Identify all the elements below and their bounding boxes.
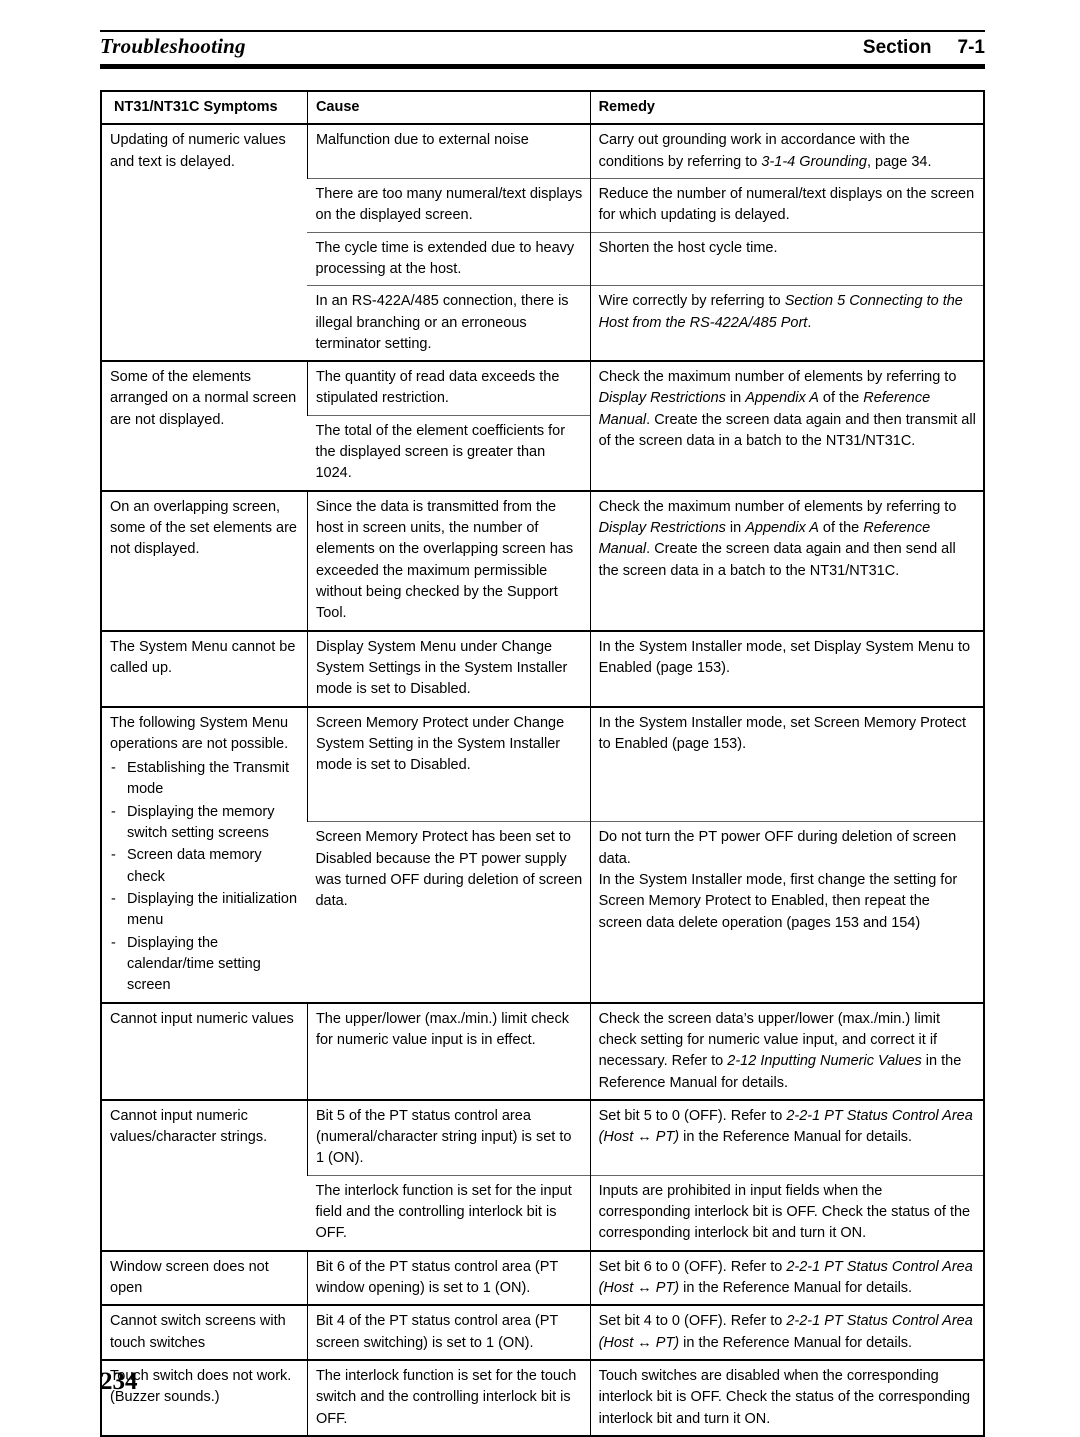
cell-cause: Display System Menu under Change System …: [306, 629, 591, 707]
table-row: Touch switch does not work. (Buzzer soun…: [101, 1358, 984, 1436]
table-row: Cannot input numeric values/character st…: [101, 1098, 984, 1251]
symptom-text: Some of the elements arranged on a norma…: [110, 369, 297, 428]
symptom-bullet-list: - Establishing the Transmit mode - Displayi…: [110, 758, 300, 996]
symptom-bullet-item: - Displaying the calendar/time setting sc…: [111, 934, 261, 994]
cell-cause: The interlock function is set for the in…: [307, 1174, 591, 1251]
table-row: The following System Menu operations are…: [101, 705, 984, 1003]
column-header-symptoms: NT31/NT31C Symptoms: [101, 91, 308, 126]
bullet-dash-icon: -: [111, 803, 116, 820]
symptom-text: The following System Menu operations are…: [110, 714, 289, 752]
cell-cause: Bit 6 of the PT status control area (PT …: [306, 1249, 591, 1306]
cell-cause: Bit 5 of the PT status control area (num…: [306, 1098, 591, 1176]
table-row: Cannot switch screens with touch switche…: [101, 1304, 984, 1360]
cell-remedy: Shorten the host cycle time.: [589, 231, 984, 286]
symptom-text: Touch switch does not work. (Buzzer soun…: [110, 1367, 292, 1406]
section-label: Section: [862, 37, 932, 58]
cell-cause: Since the data is transmitted from the h…: [306, 489, 591, 631]
cell-cause: Screen Memory Protect under Change Syste…: [306, 705, 591, 822]
cell-remedy: Set bit 4 to 0 (OFF). Refer to 2-2-1 PT …: [589, 1304, 984, 1360]
cell-symptom: Cannot input numeric values: [101, 1001, 308, 1100]
cell-remedy: Set bit 5 to 0 (OFF). Refer to 2-2-1 PT …: [589, 1098, 984, 1176]
cell-cause: The quantity of read data exceeds the st…: [306, 360, 591, 416]
symptom-bullet-item: - Establishing the Transmit mode: [111, 760, 289, 798]
symptom-text: Window screen does not open: [110, 1258, 269, 1296]
column-header-cause: Cause: [306, 91, 591, 126]
bullet-dash-icon: -: [111, 760, 116, 777]
cell-remedy: Carry out grounding work in accordance w…: [589, 123, 984, 179]
table-body: Updating of numeric values and text is d…: [101, 123, 984, 1436]
table-row: Cannot input numeric values The upper/low…: [101, 1001, 984, 1100]
cell-symptom: Cannot input numeric values/character st…: [101, 1098, 308, 1251]
table-row: Updating of numeric values and text is d…: [101, 123, 984, 362]
cell-cause: The interlock function is set for the to…: [306, 1358, 591, 1436]
cell-symptom: On an overlapping screen, some of the se…: [101, 489, 308, 631]
section-number: 7-1: [957, 37, 985, 58]
table-header: NT31/NT31C Symptoms Cause Remedy: [101, 91, 984, 126]
page-running-header: Troubleshooting Section 7-1: [100, 30, 985, 69]
cell-cause: Screen Memory Protect has been set to Di…: [307, 821, 591, 1003]
table-row: The System Menu cannot be called up. Disp…: [101, 629, 984, 707]
cell-remedy: In the System Installer mode, set Displa…: [589, 629, 984, 707]
troubleshooting-table: NT31/NT31C Symptoms Cause Remedy Updatin…: [100, 90, 985, 1437]
cell-remedy: Touch switches are disabled when the cor…: [589, 1358, 984, 1436]
cell-symptom: Updating of numeric values and text is d…: [101, 123, 308, 362]
table-row: Some of the elements arranged on a norma…: [101, 360, 984, 491]
table-row: On an overlapping screen, some of the se…: [101, 489, 984, 631]
page-title: Troubleshooting: [100, 34, 246, 58]
cell-remedy: Inputs are prohibited in input fields wh…: [589, 1174, 984, 1251]
bullet-dash-icon: -: [111, 934, 116, 951]
cell-remedy: Reduce the number of numeral/text displa…: [589, 177, 984, 233]
cell-remedy: Wire correctly by referring to Section 5…: [589, 285, 984, 362]
symptom-text: On an overlapping screen, some of the se…: [110, 498, 297, 558]
cell-cause: The cycle time is extended due to heavy …: [307, 231, 591, 286]
table-row: Window screen does not open Bit 6 of the …: [101, 1249, 984, 1306]
header-bottom-rule: [100, 64, 985, 69]
symptom-text: Cannot input numeric values: [110, 1010, 294, 1027]
cell-cause: Malfunction due to external noise: [306, 123, 591, 179]
cell-cause: In an RS-422A/485 connection, there is i…: [307, 285, 591, 362]
bullet-dash-icon: -: [111, 847, 116, 864]
cell-cause: The total of the element coefficients fo…: [307, 414, 591, 491]
cell-symptom: The System Menu cannot be called up.: [101, 629, 308, 707]
bullet-dash-icon: -: [111, 891, 116, 907]
troubleshooting-table-wrapper: NT31/NT31C Symptoms Cause Remedy Updatin…: [100, 90, 985, 1437]
cell-symptom: Cannot switch screens with touch switche…: [101, 1304, 308, 1360]
symptom-text: Cannot switch screens with touch switche…: [110, 1313, 286, 1351]
cell-symptom: Window screen does not open: [101, 1249, 308, 1306]
symptom-text: Cannot input numeric values/character st…: [110, 1107, 268, 1146]
symptom-text: The System Menu cannot be called up.: [110, 638, 296, 676]
cell-cause: There are too many numeral/text displays…: [307, 177, 591, 233]
cell-remedy: Check the maximum number of elements by …: [589, 360, 984, 491]
cell-remedy: Check the screen data’s upper/lower (max…: [589, 1001, 984, 1100]
cell-symptom: The following System Menu operations are…: [101, 705, 308, 1003]
cell-remedy: In the System Installer mode, set Screen…: [589, 705, 984, 822]
column-header-remedy: Remedy: [589, 91, 984, 126]
cell-cause: Bit 4 of the PT status control area (PT …: [306, 1304, 591, 1360]
page-number: 234: [100, 1368, 138, 1395]
cell-remedy: Set bit 6 to 0 (OFF). Refer to 2-2-1 PT …: [589, 1249, 984, 1306]
symptom-bullet-item: - Screen data memory check: [111, 847, 262, 885]
header-row: Troubleshooting Section 7-1: [100, 32, 985, 62]
cell-remedy: Do not turn the PT power OFF during dele…: [589, 821, 984, 1003]
table-header-row: NT31/NT31C Symptoms Cause Remedy: [101, 91, 984, 126]
cell-cause: The upper/lower (max./min.) limit check …: [306, 1001, 591, 1100]
symptom-text: Updating of numeric values and text is d…: [110, 132, 286, 170]
cell-remedy: Check the maximum number of elements by …: [589, 489, 984, 631]
section-reference: Section 7-1: [863, 37, 985, 59]
cell-symptom: Some of the elements arranged on a norma…: [101, 360, 308, 491]
symptom-bullet-item: - Displaying the memory switch setting sc…: [111, 803, 275, 842]
symptom-bullet-item: - Displaying the initialization menu: [111, 891, 298, 929]
